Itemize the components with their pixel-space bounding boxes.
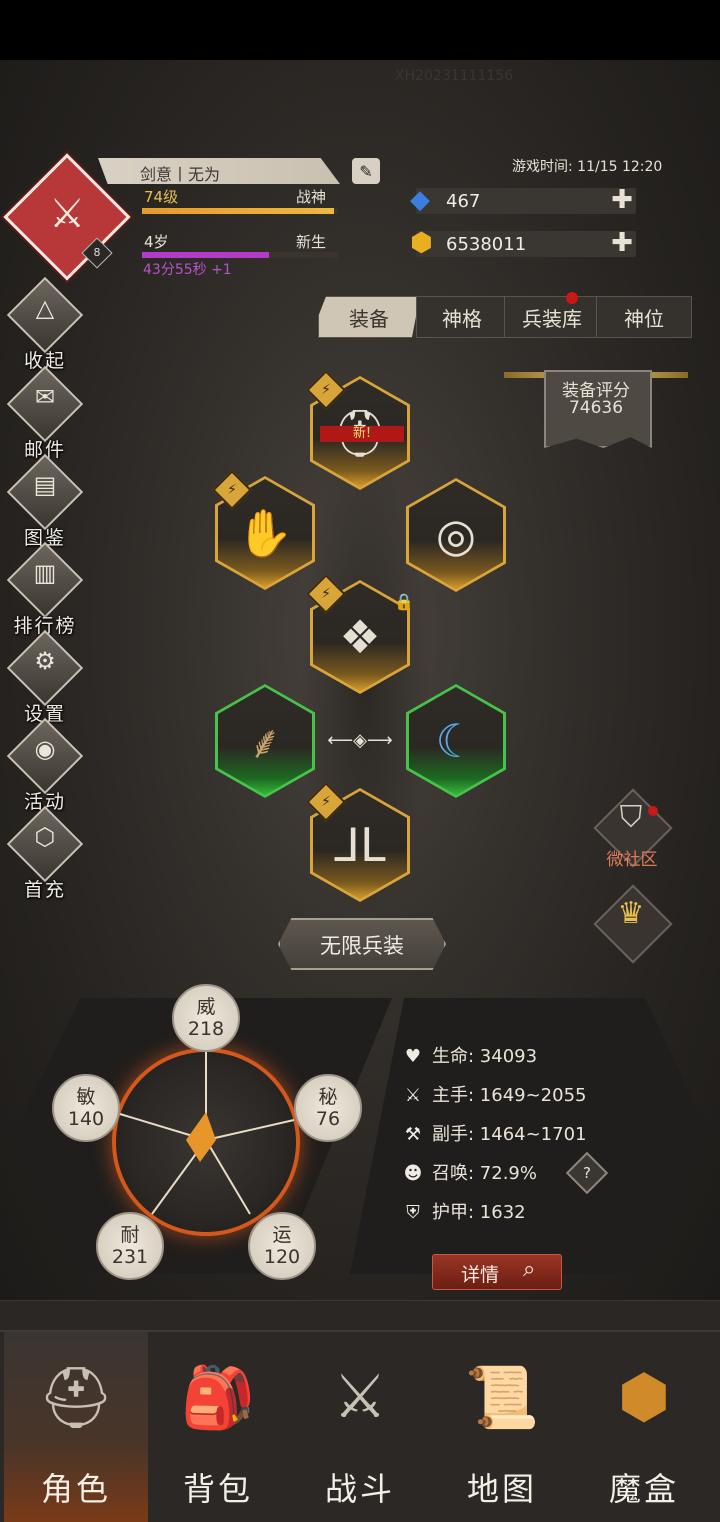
helmet-icon: ⛑ [37,1363,115,1433]
status-bar [0,0,720,60]
collapse-icon: △ [35,294,55,322]
mail-icon: ✉ [34,383,56,411]
magic-box-icon: ⬢ [617,1362,671,1432]
sidebar-item-mail[interactable]: ✉ 邮件 [6,365,84,461]
gold-gem-icon: ⬢ [410,228,433,258]
edit-icon: ✎ [359,161,373,181]
armor-icon: ⛨ [406,1202,420,1223]
tab-divinity[interactable]: 神格 [416,296,508,338]
ring-icon: ◎ [409,481,503,589]
equipment-tabs: 装备 神格 兵装库 神位 [318,296,692,338]
nav-character[interactable]: ⛑ 角色 [4,1332,148,1522]
sword-icon: ⚔ [404,1085,422,1106]
event-icon: ◉ [34,735,56,763]
attr-armor: ⛨ 护甲: 1632 [402,1198,525,1224]
edit-name-button[interactable]: ✎ [352,158,380,184]
stat-min[interactable]: 敏 140 [52,1074,120,1142]
watermark: XH20231111156 [395,68,514,84]
gem-amount: 467 [446,191,481,212]
stat-nai[interactable]: 耐 231 [96,1212,164,1280]
magnifier-icon: ⌕ [523,1257,536,1282]
nav-magic-box[interactable]: ⬢ 魔盒 [572,1332,716,1522]
player-name-bar: 剑意丨无为 [98,158,340,184]
attr-mainhand: ⚔ 主手: 1649~2055 [402,1081,587,1107]
attr-offhand: ⚒ 副手: 1464~1701 [402,1120,587,1146]
community-label: 微社区 [606,850,658,870]
sidebar-item-codex[interactable]: ▤ 图鉴 [6,453,84,549]
bottom-nav: ⛑ 角色 🎒 背包 ⚔ 战斗 📜 地图 ⬢ 魔盒 [0,1330,720,1522]
branch-staff-icon: ⸙ [218,687,312,795]
new-tag: 新! [320,426,404,442]
book-icon: ▤ [33,471,57,499]
gear-icon: ⚙ [34,647,56,675]
details-button[interactable]: 详情 ⌕ [432,1254,562,1290]
stat-pentagon-ring [116,1052,296,1232]
first-recharge-icon: ⬡ [34,823,56,851]
offhand-icon: ⚒ [404,1124,422,1145]
scythe-icon: ☾ [409,687,503,795]
nav-map[interactable]: 📜 地图 [430,1332,574,1522]
sidebar-item-settings[interactable]: ⚙ 设置 [6,629,84,725]
blue-gem-icon: ◆ [410,185,430,215]
level-title: 战神 [296,188,327,206]
stat-yun[interactable]: 运 120 [248,1212,316,1280]
ranking-icon: ▥ [33,559,57,587]
gold-currency: ⬢ 6538011 ✚ [410,228,636,258]
heart-icon: ♥ [404,1046,422,1067]
age-title: 新生 [296,233,327,251]
sidebar-item-ranking[interactable]: ▥ 排行榜 [6,541,84,637]
swap-weapons-button[interactable]: ⟵◈⟶ [322,730,398,754]
level-progress-bar [142,208,338,214]
sidebar-item-first-recharge[interactable]: ⬡ 首充 [6,805,84,901]
add-gold-button[interactable]: ✚ [608,230,636,257]
shield-sword-icon: ⚔ [333,1362,387,1432]
equip-score-value: 74636 [568,398,624,418]
sidebar-item-events[interactable]: ◉ 活动 [6,717,84,813]
attr-summon: ☻ 召唤: 72.9% [403,1163,537,1184]
player-age: 4岁 [144,233,169,251]
nav-backpack[interactable]: 🎒 背包 [146,1332,290,1522]
lock-icon: 🔒 [394,592,414,611]
gem-currency: ◆ 467 ✚ [410,185,636,215]
tab-armory[interactable]: 兵装库 [504,296,600,338]
tab-god-position[interactable]: 神位 [596,296,692,338]
summon-icon: ☻ [403,1163,423,1184]
winged-emblem-icon: ♛ [617,896,645,931]
knight-helmet-icon: ⛉ [619,800,643,835]
stat-mi[interactable]: 秘 76 [294,1074,362,1142]
player-level: 74级 [144,188,179,206]
nav-battle[interactable]: ⚔ 战斗 [288,1332,432,1522]
notification-dot [648,806,658,816]
infinite-armory-button[interactable]: 无限兵装 [278,918,446,970]
backpack-icon: 🎒 [180,1363,256,1433]
notification-dot [566,292,578,304]
game-time: 游戏时间: 11/15 12:20 [512,159,663,175]
scroll-map-icon: 📜 [464,1363,540,1433]
stat-wei[interactable]: 威 218 [172,984,240,1052]
player-name: 剑意丨无为 [140,165,221,184]
attr-hp: ♥ 生命: 34093 [402,1042,537,1068]
gold-amount: 6538011 [446,234,527,255]
add-gems-button[interactable]: ✚ [608,187,636,214]
age-timer: 43分55秒 +1 [143,262,232,278]
tab-equipment[interactable]: 装备 [318,296,420,338]
age-progress-bar [142,252,338,258]
sidebar-item-collapse[interactable]: △ 收起 [6,276,84,372]
nav-divider [0,1300,720,1331]
